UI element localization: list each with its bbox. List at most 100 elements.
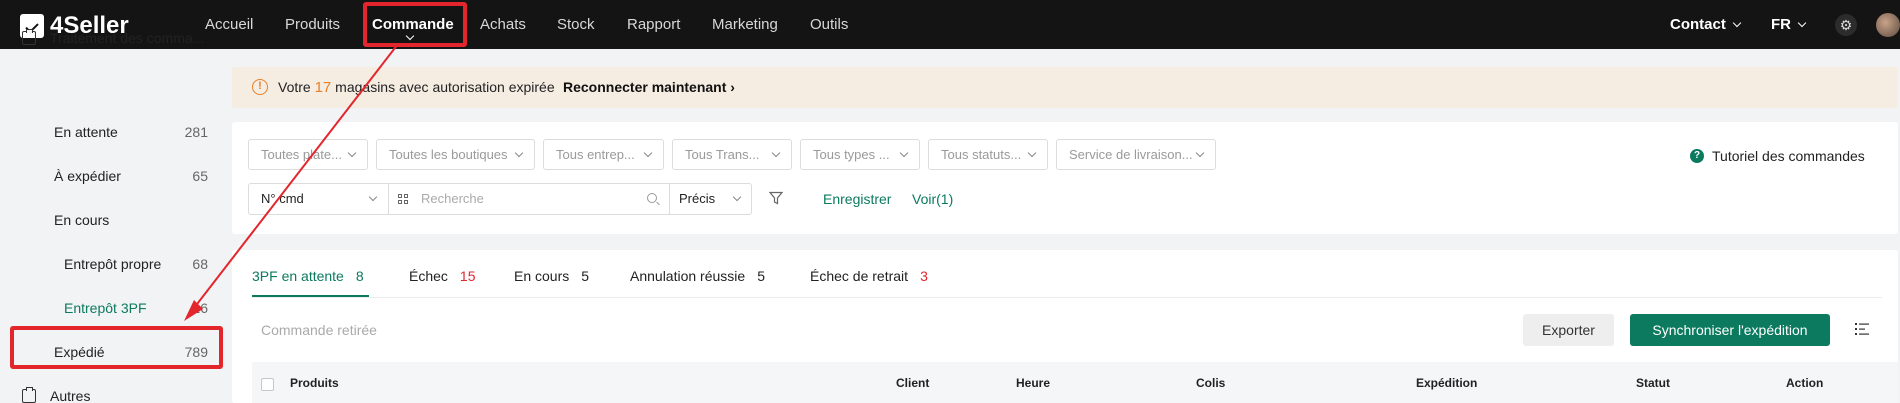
nav-outils[interactable]: Outils [810, 16, 848, 33]
tab-label: Échec [409, 268, 448, 284]
nav-marketing[interactable]: Marketing [712, 16, 778, 33]
tab-3pf-en-attente[interactable]: 3PF en attente 8 [252, 268, 364, 284]
dropdown-value: Tous statuts... [941, 147, 1022, 162]
match-mode-select[interactable]: Précis [670, 184, 752, 214]
sidebar-count: 281 [184, 124, 208, 140]
tab-count: 5 [581, 268, 590, 284]
column-colis: Colis [1196, 376, 1226, 390]
sidebar-section-label: Traitement des comma... [50, 30, 205, 46]
tutorial-label: Tutoriel des commandes [1712, 148, 1865, 164]
select-all-checkbox[interactable] [261, 378, 274, 391]
annotation-box-commande [363, 2, 467, 47]
sidebar-section-order-processing[interactable]: Traitement des comma... [22, 29, 205, 46]
dropdown-value: Tous types ... [813, 147, 890, 162]
tab-count: 5 [757, 268, 765, 284]
chevron-down-icon [1732, 18, 1742, 28]
grid-icon [398, 194, 408, 204]
nav-produits[interactable]: Produits [285, 16, 340, 33]
column-action: Action [1786, 376, 1824, 390]
sidebar-item-en-attente[interactable]: En attente [54, 124, 118, 140]
clipboard-icon [22, 387, 36, 403]
dropdown-value: Tous Trans... [685, 147, 760, 162]
sidebar-section-autres[interactable]: Autres [22, 387, 91, 403]
tabs-divider [252, 297, 1882, 298]
dropdown-value: Service de livraison... [1069, 147, 1193, 162]
carrier-filter[interactable]: Tous Trans... [672, 139, 792, 170]
search-field-value: N° cmd [261, 191, 304, 206]
warning-icon: ! [252, 79, 268, 95]
expired-authorization-alert: ! Votre 17 magasins avec autorisation ex… [232, 67, 1898, 108]
language-menu[interactable]: FR [1771, 16, 1807, 33]
search-group: N° cmd Recherche Précis [248, 183, 752, 215]
chevron-down-icon [771, 148, 781, 158]
chevron-down-icon [347, 148, 357, 158]
shop-filter[interactable]: Toutes les boutiques [376, 139, 535, 170]
tab-label: Annulation réussie [630, 268, 746, 284]
tab-count: 15 [459, 268, 476, 284]
warehouse-filter[interactable]: Tous entrep... [543, 139, 664, 170]
sidebar-section-label: Autres [50, 388, 91, 403]
top-navbar: 4Seller Accueil Produits Commande Achats… [0, 0, 1900, 49]
view-filter-link[interactable]: Voir(1) [912, 191, 953, 207]
alert-prefix: Votre [278, 79, 311, 95]
sidebar-item-entrepot-3pf[interactable]: Entrepôt 3PF [64, 300, 147, 316]
sidebar-count: 16 [192, 300, 208, 316]
column-settings-icon[interactable] [1855, 323, 1869, 335]
nav-accueil[interactable]: Accueil [205, 16, 253, 33]
sidebar-item-entrepot-propre[interactable]: Entrepôt propre [64, 256, 161, 272]
avatar[interactable] [1876, 13, 1900, 37]
save-filter-link[interactable]: Enregistrer [823, 191, 891, 207]
dropdown-value: Toutes les boutiques [389, 147, 508, 162]
chevron-down-icon [643, 148, 653, 158]
clipboard-icon [22, 29, 36, 45]
search-input[interactable]: Recherche [389, 184, 670, 214]
column-client: Client [896, 376, 930, 390]
reconnect-link[interactable]: Reconnecter maintenant › [563, 79, 735, 95]
reconnect-label: Reconnecter maintenant [563, 79, 727, 95]
tab-echec-de-retrait[interactable]: Échec de retrait 3 [810, 268, 928, 284]
contact-label: Contact [1670, 16, 1726, 33]
filter-icon[interactable] [769, 191, 783, 205]
export-button[interactable]: Exporter [1523, 314, 1614, 346]
chevron-down-icon [1797, 18, 1807, 28]
tab-annulation-reussie[interactable]: Annulation réussie 5 [630, 268, 765, 284]
chevron-down-icon [514, 148, 524, 158]
chevron-down-icon [368, 192, 378, 202]
match-mode-value: Précis [679, 191, 716, 206]
alert-message: Votre 17 magasins avec autorisation expi… [278, 79, 555, 96]
nav-achats[interactable]: Achats [480, 16, 526, 33]
tab-echec[interactable]: Échec 15 [409, 268, 476, 284]
contact-menu[interactable]: Contact [1670, 16, 1742, 33]
status-filter[interactable]: Tous statuts... [928, 139, 1048, 170]
language-label: FR [1771, 16, 1791, 33]
sidebar-count: 65 [192, 168, 208, 184]
nav-stock[interactable]: Stock [557, 16, 595, 33]
sidebar-item-a-expedier[interactable]: À expédier [54, 168, 121, 184]
platform-filter[interactable]: Toutes plate... [248, 139, 368, 170]
alert-count: 17 [314, 79, 332, 96]
chevron-down-icon [899, 148, 909, 158]
search-icon[interactable] [647, 193, 657, 203]
annotation-box-expedie [10, 326, 223, 369]
column-produits: Produits [290, 376, 339, 390]
tab-en-cours[interactable]: En cours 5 [514, 268, 589, 284]
tutorial-link[interactable]: ? Tutoriel des commandes [1690, 148, 1865, 164]
sync-shipment-button[interactable]: Synchroniser l'expédition [1630, 314, 1830, 346]
tab-label: 3PF en attente [252, 268, 344, 284]
chevron-down-icon [732, 192, 742, 202]
type-filter[interactable]: Tous types ... [800, 139, 920, 170]
chevron-down-icon [1027, 148, 1037, 158]
nav-rapport[interactable]: Rapport [627, 16, 680, 33]
delivery-service-filter[interactable]: Service de livraison... [1056, 139, 1216, 170]
column-statut: Statut [1636, 376, 1670, 390]
dropdown-value: Tous entrep... [556, 147, 635, 162]
search-placeholder: Recherche [421, 191, 484, 206]
gear-icon[interactable]: ⚙ [1835, 14, 1857, 36]
search-field-select[interactable]: N° cmd [249, 184, 389, 214]
tab-count: 3 [920, 268, 928, 284]
withdrawn-orders-filter[interactable]: Commande retirée [261, 322, 377, 338]
alert-suffix: magasins avec autorisation expirée [335, 79, 555, 95]
sidebar-item-en-cours[interactable]: En cours [54, 212, 109, 228]
dropdown-value: Toutes plate... [261, 147, 342, 162]
sidebar-count: 68 [192, 256, 208, 272]
